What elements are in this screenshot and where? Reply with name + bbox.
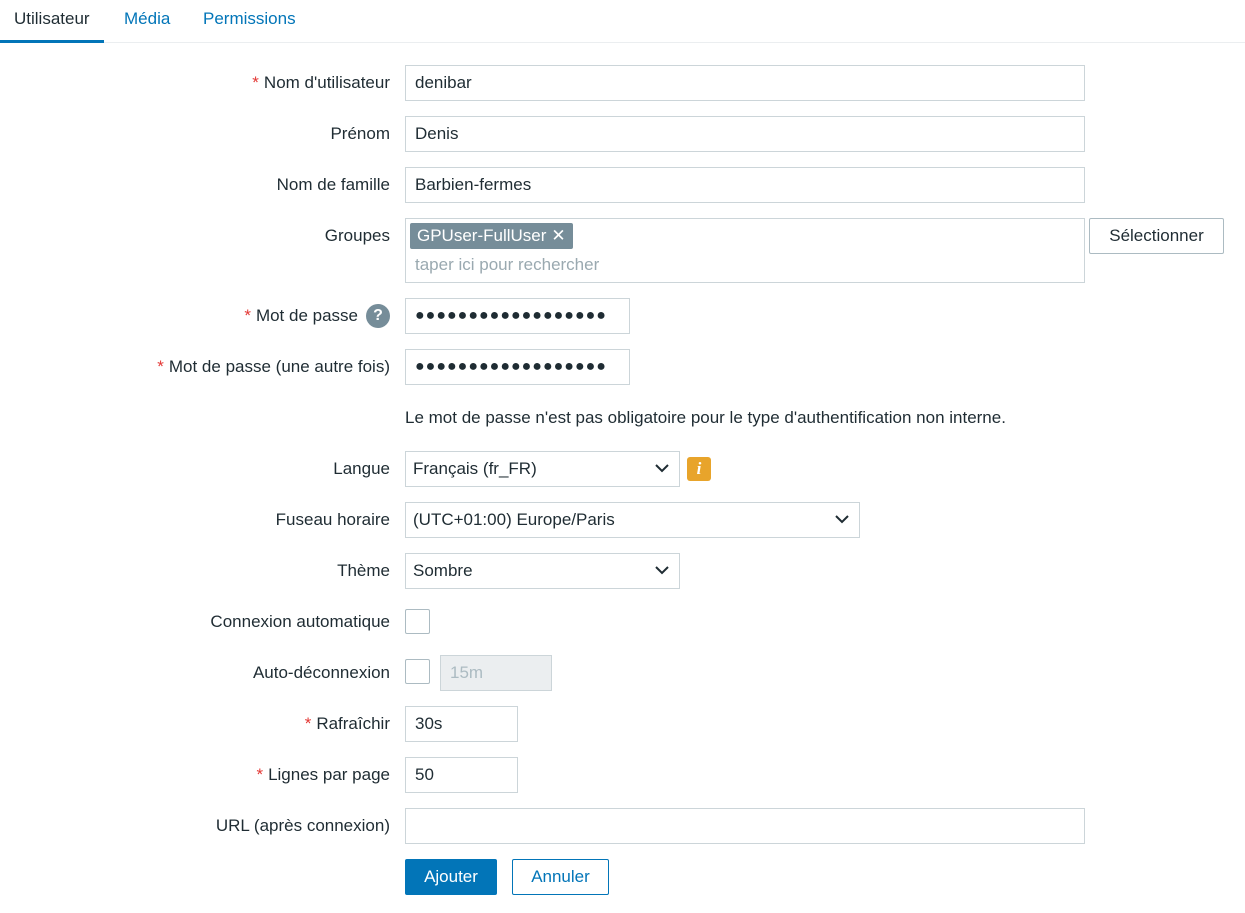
language-label: Langue (333, 459, 390, 478)
password-input[interactable]: ●●●●●●●●●●●●●●●●●● (405, 298, 630, 334)
group-chip-label: GPUser-FullUser (417, 226, 547, 245)
tab-bar: Utilisateur Média Permissions (0, 0, 1245, 43)
chip-remove-icon[interactable]: ✕ (551, 226, 565, 245)
row-timezone: Fuseau horaire (UTC+01:00) Europe/Paris (0, 502, 1245, 538)
username-label: * Nom d'utilisateur (252, 73, 390, 92)
rows-per-page-label: * Lignes par page (256, 765, 390, 784)
autologout-label: Auto-déconnexion (252, 663, 390, 682)
url-input[interactable] (405, 808, 1085, 844)
required-mark: * (256, 765, 264, 784)
last-name-input[interactable]: Barbien-fermes (405, 167, 1085, 203)
chevron-down-icon (655, 464, 669, 473)
select-groups-button[interactable]: Sélectionner (1089, 218, 1224, 254)
rows-per-page-input[interactable]: 50 (405, 757, 518, 793)
autologin-checkbox[interactable] (405, 609, 430, 634)
row-password-confirm: * Mot de passe (une autre fois) ●●●●●●●●●… (0, 349, 1245, 385)
last-name-label: Nom de famille (276, 175, 390, 194)
row-theme: Thème Sombre (0, 553, 1245, 589)
theme-label: Thème (337, 561, 390, 580)
language-value: Français (fr_FR) (413, 459, 537, 478)
row-password: * Mot de passe ? ●●●●●●●●●●●●●●●●●● (0, 298, 1245, 334)
timezone-label: Fuseau horaire (275, 510, 390, 529)
timezone-value: (UTC+01:00) Europe/Paris (413, 510, 615, 529)
username-input[interactable]: denibar (405, 65, 1085, 101)
required-mark: * (252, 73, 259, 92)
autologout-input: 15m (440, 655, 552, 691)
required-mark: * (304, 714, 312, 733)
refresh-input[interactable]: 30s (405, 706, 518, 742)
row-username: * Nom d'utilisateur denibar (0, 65, 1245, 101)
refresh-label: * Rafraîchir (304, 714, 390, 733)
row-last-name: Nom de famille Barbien-fermes (0, 167, 1245, 203)
theme-select[interactable]: Sombre (405, 553, 680, 589)
row-groups: Groupes GPUser-FullUser ✕ taper ici pour … (0, 218, 1245, 283)
language-select[interactable]: Français (fr_FR) (405, 451, 680, 487)
row-first-name: Prénom Denis (0, 116, 1245, 152)
url-label: URL (après connexion) (215, 816, 390, 835)
groups-label: Groupes (324, 226, 390, 245)
row-refresh: * Rafraîchir 30s (0, 706, 1245, 742)
groups-search-input[interactable]: taper ici pour rechercher (415, 255, 599, 275)
password-confirm-input[interactable]: ●●●●●●●●●●●●●●●●●● (405, 349, 630, 385)
chevron-down-icon (835, 515, 849, 524)
info-icon[interactable]: i (687, 457, 711, 481)
required-mark: * (244, 306, 251, 325)
first-name-input[interactable]: Denis (405, 116, 1085, 152)
tab-media[interactable]: Média (110, 0, 184, 43)
timezone-select[interactable]: (UTC+01:00) Europe/Paris (405, 502, 860, 538)
help-icon[interactable]: ? (366, 304, 390, 328)
required-mark: * (157, 357, 164, 376)
autologin-label: Connexion automatique (210, 612, 390, 631)
row-url: URL (après connexion) (0, 808, 1245, 844)
password-confirm-label: * Mot de passe (une autre fois) (157, 357, 390, 376)
groups-multiselect[interactable]: GPUser-FullUser ✕ taper ici pour recherch… (405, 218, 1085, 283)
theme-value: Sombre (413, 561, 473, 580)
cancel-button[interactable]: Annuler (512, 859, 609, 895)
first-name-label: Prénom (330, 124, 390, 143)
row-rows-per-page: * Lignes par page 50 (0, 757, 1245, 793)
row-autologin: Connexion automatique (0, 604, 1245, 640)
tab-permissions[interactable]: Permissions (189, 0, 310, 43)
password-note: Le mot de passe n'est pas obligatoire po… (405, 408, 1006, 427)
chevron-down-icon (655, 566, 669, 575)
row-language: Langue Français (fr_FR) i (0, 451, 1245, 487)
row-autologout: Auto-déconnexion 15m (0, 655, 1245, 691)
add-button[interactable]: Ajouter (405, 859, 497, 895)
group-chip: GPUser-FullUser ✕ (410, 223, 573, 249)
autologout-checkbox[interactable] (405, 659, 430, 684)
tab-user[interactable]: Utilisateur (0, 0, 104, 43)
